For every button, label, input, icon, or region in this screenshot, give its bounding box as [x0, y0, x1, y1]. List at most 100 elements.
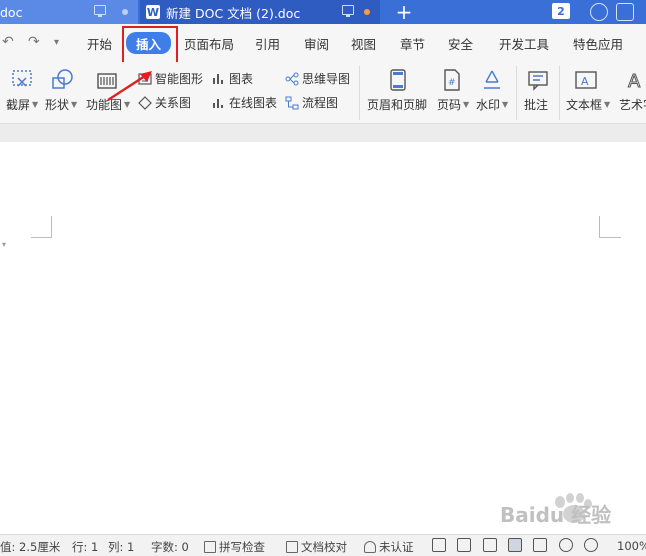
zoom-level[interactable]: 100% [617, 539, 646, 553]
flowchart-button[interactable]: 流程图 [285, 94, 338, 111]
wps-writer-logo-icon: W [146, 5, 160, 19]
monitor-icon[interactable] [94, 5, 106, 17]
comment-label: 批注 [524, 98, 549, 112]
screenshot-button[interactable]: 截屏 ▼ [6, 96, 38, 113]
header-footer-label: 页眉和页脚 [367, 98, 428, 112]
comment-icon [528, 71, 548, 91]
textbox-icon: A [575, 71, 597, 89]
tab-document-2-label: 新建 DOC 文档 (2).doc [166, 5, 301, 21]
spellcheck-icon [204, 541, 216, 553]
ribbon-divider [559, 66, 560, 120]
proofread-label: 文档校对 [301, 540, 347, 554]
bar-chart-icon [213, 73, 223, 84]
eye-protection-icon[interactable] [584, 538, 598, 552]
flowchart-label: 流程图 [302, 96, 339, 110]
document-canvas[interactable] [0, 142, 646, 534]
tab-document-1[interactable]: doc [0, 0, 138, 24]
certification-status[interactable]: 未认证 [364, 539, 414, 555]
menu-home[interactable]: 开始 [87, 24, 112, 62]
certification-label: 未认证 [379, 540, 414, 554]
tab-status-dot-icon [122, 9, 128, 15]
fullscreen-icon[interactable] [432, 538, 446, 552]
web-view-icon[interactable] [559, 538, 573, 552]
flowchart-icon [285, 96, 299, 109]
outline-view-icon[interactable] [533, 538, 547, 552]
word-count[interactable]: 字数: 0 [151, 539, 189, 555]
ribbon-divider [359, 66, 360, 120]
menu-review[interactable]: 审阅 [304, 24, 329, 62]
header-footer-button[interactable]: 页眉和页脚 [367, 96, 427, 113]
chevron-down-icon: ▼ [32, 100, 39, 109]
online-chart-button[interactable]: 在线图表 [212, 94, 277, 111]
menu-developer[interactable]: 开发工具 [499, 24, 549, 62]
mindmap-button[interactable]: 思维导图 [285, 70, 350, 87]
proofread-button[interactable]: 文档校对 [286, 539, 347, 555]
monitor-icon[interactable] [342, 5, 354, 17]
chart-button[interactable]: 图表 [212, 70, 253, 87]
row-indicator: 行: 1 [72, 540, 99, 554]
smart-graphic-label: 智能图形 [155, 72, 204, 86]
page-number-button[interactable]: 页码 ▼ [437, 96, 469, 113]
chevron-down-icon: ▼ [463, 100, 470, 109]
new-tab-button[interactable]: + [392, 0, 416, 24]
shape-icon [52, 69, 73, 89]
cursor-position: 值: 2.5厘米 [0, 540, 61, 554]
wordart-button[interactable]: 艺术字 [619, 96, 646, 113]
tab-document-2[interactable]: W 新建 DOC 文档 (2).doc [140, 0, 380, 24]
chevron-down-icon: ▼ [604, 100, 611, 109]
shape-label: 形状 [45, 98, 70, 112]
reading-mode-icon[interactable] [457, 538, 471, 552]
menu-view[interactable]: 视图 [351, 24, 376, 62]
page-view-icon[interactable] [508, 538, 522, 552]
page-corner-top-left [31, 216, 52, 238]
annotation-arrow-icon [107, 71, 152, 102]
page-corner-top-right [599, 216, 621, 238]
screenshot-label: 截屏 [6, 98, 31, 112]
menu-chapter[interactable]: 章节 [400, 24, 425, 62]
pen-icon[interactable] [483, 538, 497, 552]
unsaved-dot-icon [364, 9, 370, 15]
page-number-label: 页码 [437, 98, 462, 112]
wordart-icon: A [628, 71, 642, 93]
relation-label: 关系图 [155, 96, 192, 110]
paragraph-marker-icon: ▾ [2, 240, 7, 249]
baidu-jingyan-watermark: Baidu 经验 [500, 493, 611, 527]
wordart-label: 艺术字 [619, 98, 646, 112]
status-bar: 值: 2.5厘米 行: 1 列: 1 字数: 0 拼写检查 文档校对 未认证 1… [0, 534, 646, 556]
comment-button[interactable]: 批注 [524, 96, 548, 113]
menu-special-apps[interactable]: 特色应用 [573, 24, 623, 62]
quick-access-dropdown-icon[interactable]: ▾ [54, 37, 59, 48]
proofread-icon [286, 541, 298, 553]
mindmap-label: 思维导图 [302, 72, 351, 86]
window-count-badge[interactable]: 2 [552, 3, 570, 19]
menu-page-layout[interactable]: 页面布局 [184, 24, 234, 62]
shape-button[interactable]: 形状 ▼ [45, 96, 77, 113]
textbox-label: 文本框 [566, 98, 603, 112]
spellcheck-button[interactable]: 拼写检查 [204, 539, 265, 555]
ribbon-divider [516, 66, 517, 120]
svg-text:A: A [628, 71, 641, 92]
title-bar: doc W 新建 DOC 文档 (2).doc + 2 [0, 0, 646, 24]
svg-text:A: A [581, 75, 589, 88]
menu-references[interactable]: 引用 [255, 24, 280, 62]
screenshot-icon [12, 70, 32, 87]
skin-icon[interactable] [616, 3, 634, 21]
chevron-down-icon: ▼ [502, 100, 509, 109]
chart-label: 图表 [229, 72, 254, 86]
column-indicator: 列: 1 [108, 540, 135, 554]
menu-security[interactable]: 安全 [448, 24, 473, 62]
header-footer-icon [390, 69, 406, 91]
chevron-down-icon: ▼ [71, 100, 78, 109]
online-chart-label: 在线图表 [229, 96, 278, 110]
textbox-button[interactable]: 文本框 ▼ [566, 96, 610, 113]
watermark-button[interactable]: 水印 ▼ [476, 96, 508, 113]
spellcheck-label: 拼写检查 [219, 540, 265, 554]
redo-icon[interactable]: ↷ [28, 34, 40, 50]
tab-document-1-label: doc [0, 4, 23, 20]
ribbon-insert: 截屏 ▼ 形状 ▼ 功能图 ▼ 智能图形 关系图 图表 在线图表 思维导图 流程图 [0, 62, 646, 124]
undo-icon[interactable]: ↶ [2, 34, 14, 50]
highlight-annotation-box [122, 26, 178, 64]
watermark-icon [484, 70, 500, 89]
sync-icon[interactable] [590, 3, 608, 21]
watermark-label: 水印 [476, 98, 501, 112]
